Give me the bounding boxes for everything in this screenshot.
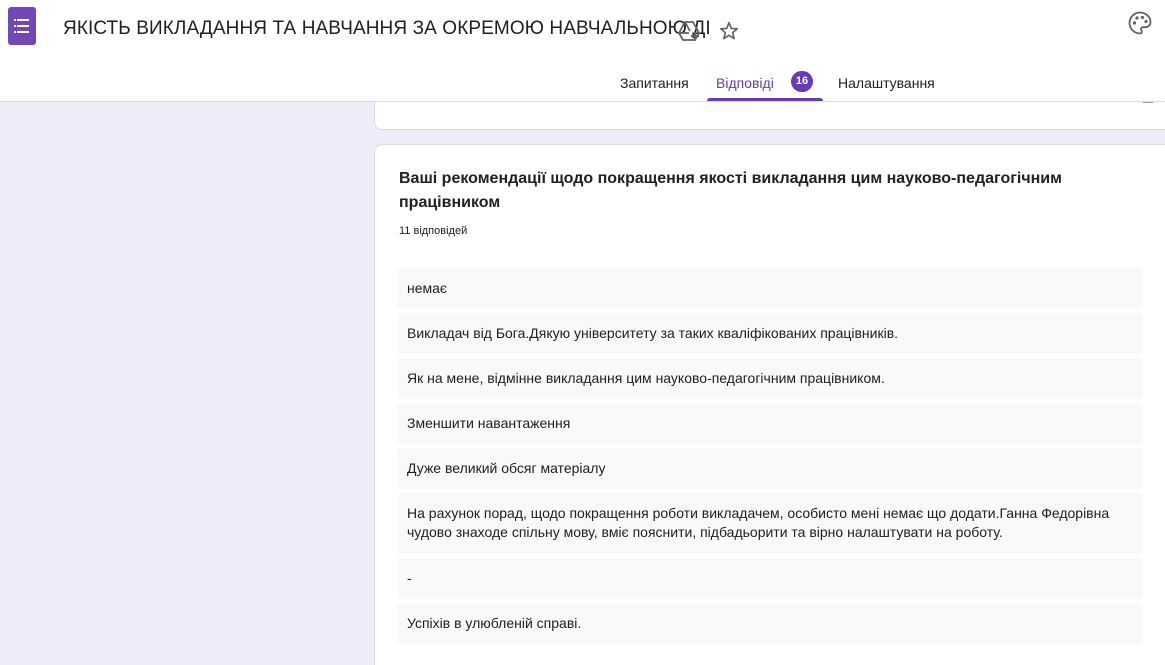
responses-count-badge: 16 bbox=[791, 71, 813, 92]
response-item: Викладач від Бога.Дякую університету за … bbox=[397, 313, 1143, 354]
question-summary-card: Ваші рекомендації щодо покращення якості… bbox=[374, 144, 1165, 665]
question-title: Ваші рекомендації щодо покращення якості… bbox=[399, 170, 1062, 211]
tab-questions[interactable]: Запитання bbox=[620, 75, 689, 91]
response-item: Дуже великий обсяг матеріалу bbox=[397, 448, 1143, 489]
top-bar: ЯКІСТЬ ВИКЛАДАННЯ ТА НАВЧАННЯ ЗА ОКРЕМОЮ… bbox=[0, 0, 1165, 102]
scroll-indicator bbox=[1143, 102, 1153, 103]
forms-list-icon[interactable] bbox=[8, 7, 36, 45]
tab-settings[interactable]: Налаштування bbox=[838, 75, 935, 91]
palette-icon[interactable] bbox=[1127, 10, 1153, 36]
previous-question-card bbox=[374, 102, 1165, 130]
response-item: Як на мене, відмінне викладання цим наук… bbox=[397, 358, 1143, 399]
move-to-drive-icon[interactable] bbox=[677, 20, 701, 42]
response-item: Успіхів в улюбленій справі. bbox=[397, 603, 1143, 644]
tab-responses[interactable]: Відповіді bbox=[716, 75, 774, 91]
active-tab-indicator bbox=[707, 98, 823, 101]
response-item: - bbox=[397, 558, 1143, 599]
star-outline-icon[interactable] bbox=[718, 20, 740, 42]
response-item: Зменшити навантаження bbox=[397, 403, 1143, 444]
response-item: На рахунок порад, щодо покращення роботи… bbox=[397, 493, 1143, 554]
response-list: немає Викладач від Бога.Дякую університе… bbox=[397, 268, 1143, 648]
response-item: немає bbox=[397, 268, 1143, 309]
form-title[interactable]: ЯКІСТЬ ВИКЛАДАННЯ ТА НАВЧАННЯ ЗА ОКРЕМОЮ… bbox=[63, 18, 711, 40]
response-count: 11 відповідей bbox=[399, 225, 468, 237]
